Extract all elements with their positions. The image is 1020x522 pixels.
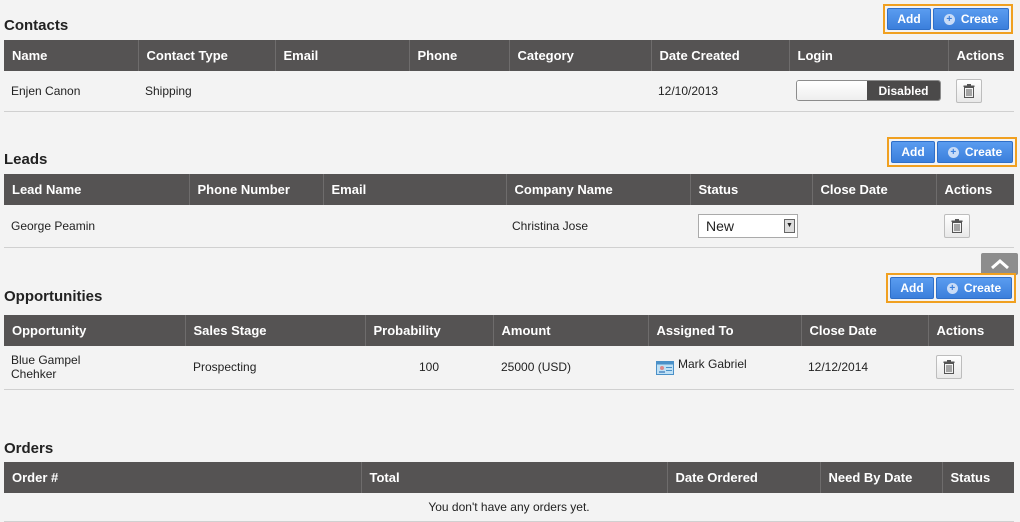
trash-icon	[963, 83, 975, 98]
opportunities-button-group: Add + Create	[886, 273, 1016, 303]
column-header[interactable]: Login	[788, 40, 948, 71]
contacts-table: Name Contact Type Email Phone Category D…	[4, 40, 1014, 112]
leads-create-button[interactable]: + Create	[937, 141, 1013, 163]
contacts-create-label: Create	[960, 12, 999, 26]
column-header: Actions	[935, 174, 1014, 205]
opportunities-add-button[interactable]: Add	[890, 277, 934, 299]
column-header[interactable]: Total	[360, 462, 667, 493]
leads-button-group: Add + Create	[887, 137, 1017, 167]
lead-company: Christina Jose	[506, 205, 690, 248]
column-header[interactable]: Close Date	[800, 315, 928, 346]
lead-email	[323, 205, 506, 248]
column-header[interactable]: Date Ordered	[666, 462, 820, 493]
status-select[interactable]: New ▼	[698, 213, 798, 238]
chevron-up-icon	[990, 259, 1009, 270]
column-header[interactable]: Phone Number	[188, 174, 323, 205]
opportunities-table: Opportunity Sales Stage Probability Amou…	[4, 315, 1014, 390]
column-header[interactable]: Email	[274, 40, 409, 71]
leads-create-label: Create	[964, 145, 1003, 159]
leads-title: Leads	[4, 151, 48, 168]
column-header[interactable]: Probability	[364, 315, 493, 346]
column-header: Actions	[927, 315, 1014, 346]
contact-email	[275, 71, 409, 112]
contacts-button-group: Add + Create	[883, 4, 1013, 34]
column-header[interactable]: Lead Name	[4, 174, 189, 205]
column-header: Actions	[947, 40, 1014, 71]
lead-phone	[189, 205, 323, 248]
lead-name[interactable]: George Peamin	[4, 205, 189, 248]
contacts-header-row: Name Contact Type Email Phone Category D…	[4, 40, 1014, 71]
column-header[interactable]: Amount	[492, 315, 648, 346]
column-header[interactable]: Status	[941, 462, 1014, 493]
column-header[interactable]: Assigned To	[647, 315, 801, 346]
assigned-cell: Mark Gabriel	[648, 346, 801, 390]
orders-header-row: Order # Total Date Ordered Need By Date …	[4, 462, 1014, 493]
table-row: Blue Gampel Chehker Prospecting 100 2500…	[4, 346, 1014, 390]
column-header[interactable]: Opportunity	[4, 315, 185, 346]
contacts-create-button[interactable]: + Create	[933, 8, 1009, 30]
actions-cell	[928, 346, 1014, 390]
contact-name[interactable]: Enjen Canon	[4, 71, 138, 112]
column-header[interactable]: Contact Type	[137, 40, 275, 71]
column-header[interactable]: Company Name	[505, 174, 690, 205]
contact-date-created: 12/10/2013	[651, 71, 789, 112]
column-header[interactable]: Status	[689, 174, 812, 205]
opportunities-create-label: Create	[963, 281, 1002, 295]
leads-table: Lead Name Phone Number Email Company Nam…	[4, 174, 1014, 248]
column-header[interactable]: Order #	[4, 462, 361, 493]
column-header[interactable]: Name	[4, 40, 138, 71]
opportunity-name-text: Blue Gampel Chehker	[11, 353, 81, 382]
contact-card-icon	[656, 361, 674, 376]
scroll-top-button[interactable]	[981, 253, 1018, 275]
login-cell: Disabled	[789, 71, 948, 112]
status-cell: New ▼	[690, 205, 812, 248]
column-header[interactable]: Phone	[408, 40, 509, 71]
opportunity-name[interactable]: Blue Gampel Chehker	[4, 346, 185, 390]
toggle-knob	[797, 81, 867, 101]
contact-phone	[409, 71, 509, 112]
opportunities-header-row: Opportunity Sales Stage Probability Amou…	[4, 315, 1014, 346]
leads-add-button[interactable]: Add	[891, 141, 935, 163]
table-row: George Peamin Christina Jose New ▼	[4, 205, 1014, 248]
orders-empty-message: You don't have any orders yet.	[4, 493, 1014, 522]
column-header[interactable]: Date Created	[650, 40, 789, 71]
login-toggle-label: Disabled	[867, 81, 940, 101]
contact-category	[509, 71, 651, 112]
contacts-add-button[interactable]: Add	[887, 8, 931, 30]
table-row: You don't have any orders yet.	[4, 493, 1014, 522]
status-select-value: New	[706, 217, 735, 234]
plus-circle-icon: +	[946, 282, 958, 294]
contacts-title: Contacts	[4, 17, 69, 34]
column-header[interactable]: Email	[322, 174, 506, 205]
trash-icon	[951, 218, 963, 233]
chevron-down-icon: ▼	[784, 218, 795, 233]
column-header[interactable]: Need By Date	[819, 462, 942, 493]
table-row: Enjen Canon Shipping 12/10/2013 Disabled	[4, 71, 1014, 112]
opportunity-sales-stage: Prospecting	[185, 346, 365, 390]
login-toggle[interactable]: Disabled	[796, 80, 941, 102]
assignee[interactable]: Mark Gabriel	[656, 357, 794, 376]
orders-table: Order # Total Date Ordered Need By Date …	[4, 462, 1014, 522]
trash-icon	[943, 360, 955, 375]
delete-contact-button[interactable]	[956, 78, 982, 103]
assignee-name: Mark Gabriel	[678, 357, 747, 372]
actions-cell	[936, 205, 1014, 248]
actions-cell	[948, 71, 1014, 112]
leads-header-row: Lead Name Phone Number Email Company Nam…	[4, 174, 1014, 205]
contact-type: Shipping	[138, 71, 275, 112]
column-header[interactable]: Category	[508, 40, 651, 71]
column-header[interactable]: Sales Stage	[184, 315, 365, 346]
opportunities-title: Opportunities	[4, 288, 103, 305]
opportunity-probability: 100	[365, 346, 493, 390]
delete-lead-button[interactable]	[944, 213, 970, 238]
plus-circle-icon: +	[943, 13, 955, 25]
orders-title: Orders	[4, 440, 54, 457]
column-header[interactable]: Close Date	[811, 174, 936, 205]
delete-opportunity-button[interactable]	[936, 355, 962, 380]
plus-circle-icon: +	[947, 146, 959, 158]
lead-close-date	[812, 205, 936, 248]
opportunity-amount: 25000 (USD)	[493, 346, 648, 390]
opportunities-create-button[interactable]: + Create	[936, 277, 1012, 299]
opportunity-close-date: 12/12/2014	[801, 346, 928, 390]
